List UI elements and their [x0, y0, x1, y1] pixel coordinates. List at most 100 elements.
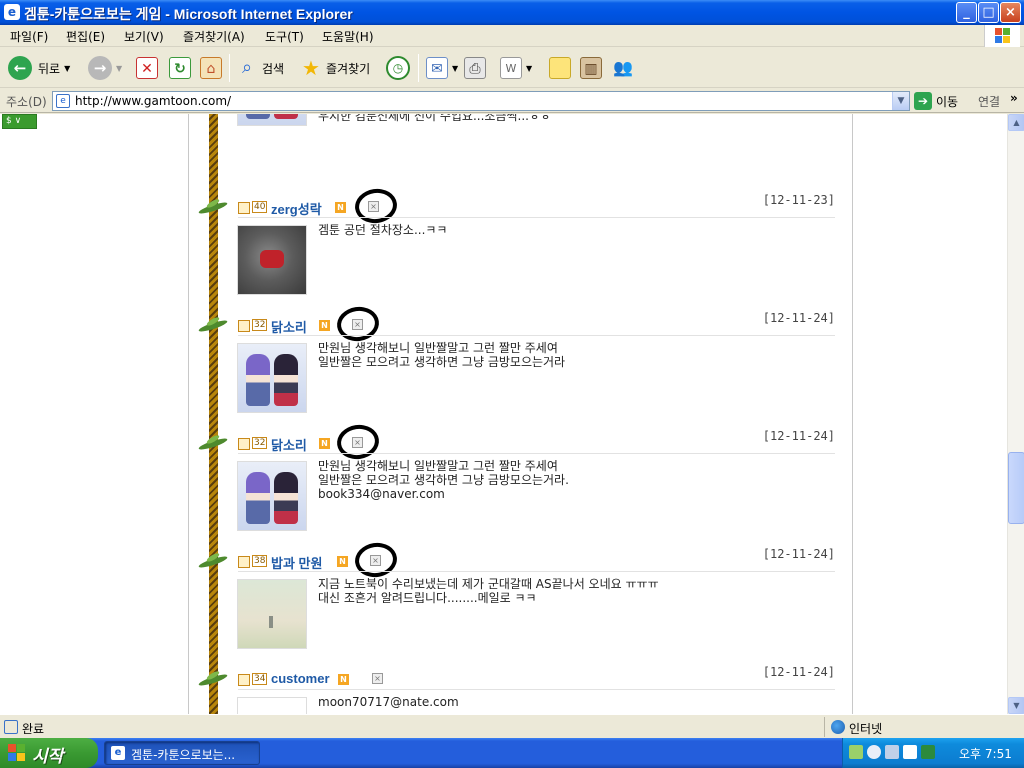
search-icon: ⌕: [241, 57, 253, 78]
avatar: [237, 343, 307, 413]
page-icon: e: [56, 94, 70, 108]
chevron-down-icon[interactable]: ▼: [116, 64, 122, 73]
back-button[interactable]: ← 뒤로 ▼: [8, 54, 70, 82]
comment-item: 32 닭소리 N × [12-11-24] 만원님 생각해보니 일반짤말고 그런…: [189, 422, 854, 555]
chevron-down-icon[interactable]: ▼: [452, 64, 458, 73]
divider: [238, 689, 835, 690]
nickname[interactable]: zerg성락: [271, 199, 322, 218]
toolbar-separator: [418, 54, 419, 82]
security-zone: 인터넷: [824, 717, 1024, 737]
edit-button[interactable]: W ▼: [500, 54, 532, 82]
minimize-button[interactable]: _: [956, 2, 977, 23]
comment-date: [12-11-24]: [762, 665, 835, 679]
research-icon: ▥: [580, 57, 602, 79]
leaf-icon: [197, 551, 230, 570]
app-tray-icon[interactable]: [921, 745, 935, 759]
menu-edit[interactable]: 편집(E): [66, 28, 105, 45]
leaf-icon: [197, 669, 230, 688]
stop-button[interactable]: ✕: [136, 54, 158, 82]
close-button[interactable]: ×: [1000, 2, 1021, 23]
monitor-icon[interactable]: [885, 745, 899, 759]
notes-button[interactable]: [549, 54, 571, 82]
menu-view[interactable]: 보기(V): [124, 28, 164, 45]
chevron-down-icon[interactable]: ▼: [526, 64, 532, 73]
comment-line: 만원님 생각해보니 일반짤말고 그런 짤만 주세여: [318, 341, 558, 355]
taskbar: 시작 e 겜툰-카툰으로보는... 오후 7:51: [0, 738, 1024, 768]
print-button[interactable]: ⎙: [464, 54, 486, 82]
comment-body: 겜툰 공던 절차장소...ㅋㅋ: [318, 223, 447, 237]
network-icon[interactable]: [849, 745, 863, 759]
menu-bar: 파일(F) 편집(E) 보기(V) 즐겨찾기(A) 도구(T) 도움말(H): [0, 25, 1024, 47]
scroll-up-button[interactable]: ▲: [1008, 114, 1024, 131]
go-button[interactable]: ➔ 이동: [914, 91, 958, 111]
mail-button[interactable]: ✉ ▼: [426, 54, 458, 82]
divider: [238, 335, 835, 336]
ie-logo-icon: e: [4, 4, 20, 20]
side-toggle-button[interactable]: $ ∨: [2, 114, 37, 129]
search-button[interactable]: ⌕ 검색: [236, 54, 284, 82]
menu-favorites[interactable]: 즐겨찾기(A): [183, 28, 245, 45]
chevron-right-icon[interactable]: »: [1010, 91, 1018, 105]
media-play-icon[interactable]: [903, 745, 917, 759]
comment-column: 우지한 검툰전체에 전이 수입요...조금씩...ㅎㅎ 40 zerg성락 N …: [188, 114, 853, 714]
delete-icon[interactable]: ×: [372, 673, 383, 684]
title-bar: e 겜툰-카툰으로보는 게임 - Microsoft Internet Expl…: [0, 0, 1024, 25]
nickname[interactable]: 닭소리: [271, 317, 307, 336]
new-badge: N: [337, 556, 348, 567]
start-button[interactable]: 시작: [0, 738, 98, 768]
address-url[interactable]: http://www.gamtoon.com/: [75, 94, 231, 108]
windows-flag-icon: [8, 744, 26, 762]
nickname[interactable]: customer: [271, 671, 330, 686]
level-number: 38: [252, 555, 268, 567]
messenger-button[interactable]: 👥: [612, 54, 634, 82]
nickname[interactable]: 닭소리: [271, 435, 307, 454]
leaf-icon: [197, 315, 230, 334]
favorites-button[interactable]: ★ 즐겨찾기: [300, 54, 370, 82]
level-icon: [238, 320, 250, 332]
comment-line: 우지한 검툰전체에 전이 수입요...조금씩...ㅎㅎ: [318, 114, 552, 123]
avatar: [237, 461, 307, 531]
ie-logo-icon: e: [111, 746, 125, 760]
comment-line: 지금 노트북이 수리보냈는데 제가 군대갈때 AS끝나서 오네요 ㅠㅠㅠ: [318, 577, 659, 591]
taskbar-item-ie[interactable]: e 겜툰-카툰으로보는...: [104, 741, 260, 765]
go-label: 이동: [936, 94, 959, 109]
home-icon: ⌂: [200, 57, 222, 79]
menu-file[interactable]: 파일(F): [10, 28, 48, 45]
vertical-scrollbar[interactable]: ▲ ▼: [1007, 114, 1024, 714]
forward-arrow-icon: →: [88, 56, 112, 80]
research-button[interactable]: ▥: [580, 54, 602, 82]
nickname[interactable]: 밥과 만원: [271, 553, 322, 572]
chevron-down-icon[interactable]: ▼: [64, 64, 70, 73]
system-tray: 오후 7:51: [842, 738, 1024, 768]
scroll-down-button[interactable]: ▼: [1008, 697, 1024, 714]
printer-icon: ⎙: [464, 57, 486, 79]
comment-body: moon70717@nate.com: [318, 695, 459, 709]
window-title: 겜툰-카툰으로보는 게임 - Microsoft Internet Explor…: [24, 6, 353, 22]
refresh-button[interactable]: ↻: [169, 54, 191, 82]
divider: [238, 571, 835, 572]
status-bar: 완료 인터넷: [0, 714, 1024, 738]
scroll-thumb[interactable]: [1008, 452, 1024, 524]
refresh-icon: ↻: [169, 57, 191, 79]
comment-line: book334@naver.com: [318, 487, 445, 501]
comment-line: 일반짤은 모으려고 생각하면 그냥 금방모으는거라.: [318, 473, 569, 487]
search-label: 검색: [262, 61, 285, 76]
menu-help[interactable]: 도움말(H): [322, 28, 374, 45]
stop-icon: ✕: [136, 57, 158, 79]
forward-button[interactable]: → ▼: [88, 54, 122, 82]
history-button[interactable]: ◷: [386, 54, 410, 82]
clock[interactable]: 오후 7:51: [959, 745, 1012, 762]
chevron-down-icon[interactable]: ▼: [892, 92, 909, 110]
links-label[interactable]: 연결: [978, 93, 1000, 110]
arrow-left-icon[interactable]: [867, 745, 881, 759]
home-button[interactable]: ⌂: [200, 54, 222, 82]
avatar: [237, 579, 307, 649]
level-icon: [238, 674, 250, 686]
maximize-button[interactable]: □: [978, 2, 999, 23]
leaf-icon: [197, 433, 230, 452]
level-number: 40: [252, 201, 268, 213]
menu-tools[interactable]: 도구(T): [265, 28, 304, 45]
comment-item: 40 zerg성락 N × [12-11-23] 겜툰 공던 절차장소...ㅋㅋ: [189, 186, 854, 319]
zone-label: 인터넷: [849, 722, 883, 736]
address-input[interactable]: e http://www.gamtoon.com/ ▼: [52, 91, 910, 111]
